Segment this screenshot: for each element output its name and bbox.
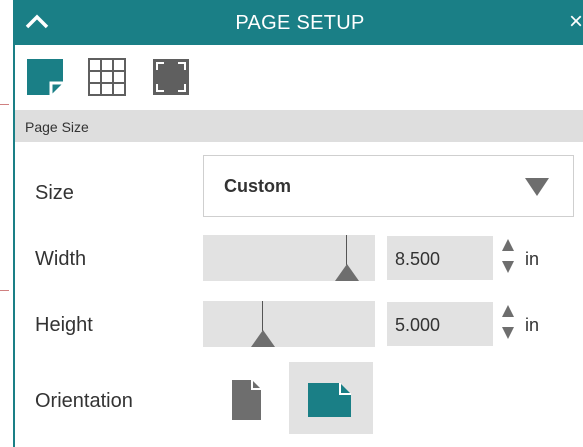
size-selected-value: Custom	[224, 176, 291, 196]
page-corner-icon	[27, 59, 63, 95]
close-button[interactable]: ×	[569, 10, 583, 34]
orientation-label: Orientation	[35, 390, 133, 412]
section-title: Page Size	[25, 119, 89, 135]
width-slider-marker	[346, 235, 347, 265]
size-label: Size	[35, 182, 74, 204]
margins-tool[interactable]	[149, 55, 193, 99]
dropdown-arrow-icon	[525, 178, 549, 196]
background-canvas-edge	[0, 0, 13, 447]
panel-title-bar: PAGE SETUP ×	[15, 0, 583, 45]
width-slider-thumb[interactable]	[335, 264, 359, 281]
height-unit: in	[525, 315, 540, 335]
setup-toolbar	[15, 45, 583, 110]
grid-tool[interactable]	[85, 55, 129, 99]
landscape-button[interactable]	[289, 362, 373, 434]
page-setup-panel: PAGE SETUP × Page Size Size Custom Width…	[13, 0, 583, 447]
stepper-up-icon[interactable]	[502, 305, 514, 317]
height-slider[interactable]	[203, 301, 375, 347]
margins-icon	[153, 59, 189, 95]
close-icon: ×	[568, 8, 583, 35]
height-stepper[interactable]	[501, 303, 515, 343]
portrait-page-icon	[232, 380, 261, 420]
width-input[interactable]: 8.500	[387, 236, 493, 280]
ruler-tick	[0, 290, 9, 291]
height-input[interactable]: 5.000	[387, 302, 493, 346]
width-unit: in	[525, 249, 540, 269]
stepper-down-icon[interactable]	[502, 327, 514, 339]
height-label: Height	[35, 314, 93, 336]
section-header-page-size: Page Size	[15, 110, 583, 142]
grid-icon	[88, 58, 126, 96]
panel-title: PAGE SETUP	[235, 12, 365, 34]
width-value: 8.500	[395, 249, 441, 269]
size-dropdown[interactable]: Custom	[203, 155, 574, 217]
ruler-tick	[0, 104, 9, 105]
width-label: Width	[35, 248, 87, 270]
height-slider-thumb[interactable]	[251, 330, 275, 347]
stepper-down-icon[interactable]	[502, 261, 514, 273]
width-stepper[interactable]	[501, 237, 515, 277]
width-slider[interactable]	[203, 235, 375, 281]
portrait-button[interactable]	[205, 362, 289, 434]
stepper-up-icon[interactable]	[502, 239, 514, 251]
height-value: 5.000	[395, 315, 441, 335]
landscape-page-icon	[308, 383, 351, 417]
height-slider-marker	[262, 301, 263, 331]
page-size-tool[interactable]	[23, 55, 67, 99]
